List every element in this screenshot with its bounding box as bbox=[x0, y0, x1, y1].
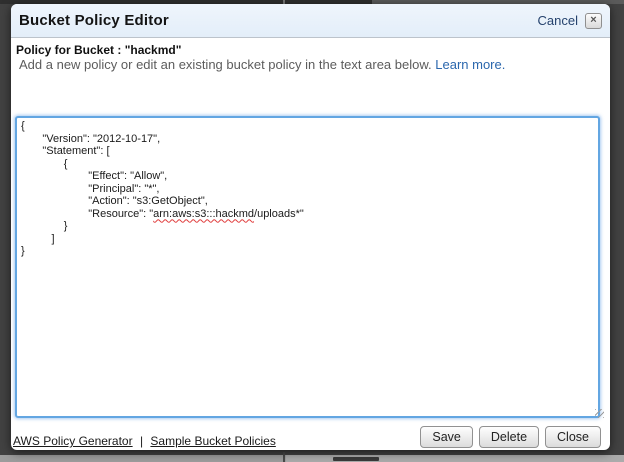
close-button[interactable]: × bbox=[585, 13, 602, 29]
policy-textarea[interactable]: { "Version": "2012-10-17", "Statement": … bbox=[15, 116, 600, 418]
footer-links: AWS Policy Generator | Sample Bucket Pol… bbox=[13, 434, 276, 448]
footer-buttons: Save Delete Close bbox=[420, 426, 601, 448]
resize-handle-icon[interactable] bbox=[595, 409, 604, 418]
aws-policy-generator-link[interactable]: AWS Policy Generator bbox=[13, 434, 133, 448]
x-icon: × bbox=[590, 15, 596, 26]
close-button-footer[interactable]: Close bbox=[545, 426, 601, 448]
backdrop-divider-bottom bbox=[283, 452, 285, 462]
policy-for-bucket-label: Policy for Bucket : "hackmd" bbox=[16, 43, 181, 57]
save-button[interactable]: Save bbox=[420, 426, 473, 448]
delete-button[interactable]: Delete bbox=[479, 426, 539, 448]
header-actions: Cancel × bbox=[538, 13, 602, 29]
dialog-description: Add a new policy or edit an existing buc… bbox=[19, 57, 505, 72]
link-separator: | bbox=[140, 434, 143, 448]
backdrop-text-fragment bbox=[333, 457, 379, 461]
sample-bucket-policies-link[interactable]: Sample Bucket Policies bbox=[150, 434, 275, 448]
learn-more-link[interactable]: Learn more. bbox=[435, 57, 505, 72]
dialog-title: Bucket Policy Editor bbox=[19, 12, 169, 29]
dialog-header: Bucket Policy Editor Cancel × bbox=[11, 4, 610, 38]
bucket-policy-editor-dialog: Bucket Policy Editor Cancel × Policy for… bbox=[11, 4, 610, 450]
cancel-link[interactable]: Cancel bbox=[538, 13, 578, 28]
description-text: Add a new policy or edit an existing buc… bbox=[19, 57, 432, 72]
